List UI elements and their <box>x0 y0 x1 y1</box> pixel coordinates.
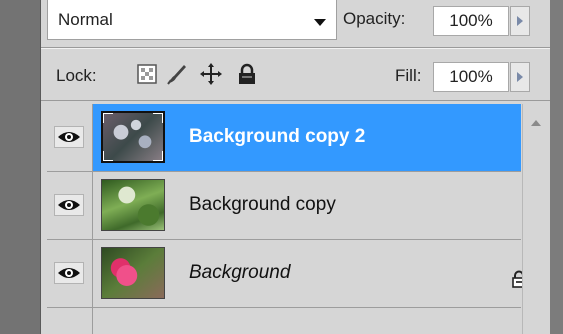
right-panel-edge <box>550 0 563 334</box>
eye-icon <box>58 268 80 278</box>
opacity-slider-toggle[interactable] <box>510 6 530 36</box>
visibility-toggle[interactable] <box>54 194 84 216</box>
visibility-cell[interactable] <box>47 240 93 307</box>
lock-label: Lock: <box>56 66 97 85</box>
layer-thumbnail <box>101 111 165 163</box>
layer-name: Background <box>189 262 291 283</box>
divider <box>41 100 550 101</box>
layer-mask-corners <box>103 113 163 161</box>
eye-icon <box>58 132 80 142</box>
layer-row-background[interactable]: Background <box>47 240 526 308</box>
layer-row-background-copy-2[interactable]: Background copy 2 <box>47 104 521 172</box>
fill-input[interactable]: 100% <box>433 62 509 92</box>
eye-icon <box>58 200 80 210</box>
visibility-toggle[interactable] <box>54 126 84 148</box>
layer-thumbnail <box>101 179 165 231</box>
empty-visibility-cell <box>47 308 93 334</box>
opacity-label: Opacity: <box>343 9 406 28</box>
layer-content[interactable]: Background <box>93 240 526 307</box>
visibility-cell[interactable] <box>47 172 93 239</box>
layer-name: Background copy <box>189 194 336 215</box>
opacity-input[interactable]: 100% <box>433 6 509 36</box>
left-panel-edge <box>0 0 41 334</box>
fill-label: Fill: <box>395 66 422 85</box>
layer-row-background-copy[interactable]: Background copy <box>47 172 521 240</box>
blend-mode-value: Normal <box>58 10 113 29</box>
fill-slider-toggle[interactable] <box>510 62 530 92</box>
layers-panel: Normal Opacity: 100% Lock: Fill: 100% Ba… <box>41 0 550 334</box>
divider <box>41 48 550 49</box>
layers-scrollbar[interactable] <box>522 104 550 334</box>
lock-all-icon[interactable] <box>237 63 257 85</box>
chevron-down-icon[interactable] <box>314 19 326 26</box>
blend-mode-dropdown[interactable]: Normal <box>47 0 337 40</box>
lock-image-pixels-icon[interactable] <box>165 62 189 86</box>
lock-position-icon[interactable] <box>199 62 223 86</box>
layer-name: Background copy 2 <box>189 126 366 147</box>
visibility-toggle[interactable] <box>54 262 84 284</box>
layer-thumbnail <box>101 247 165 299</box>
lock-transparent-pixels-icon[interactable] <box>137 64 157 84</box>
layers-list: Background copy 2 Background copy Backgr… <box>47 104 526 334</box>
visibility-cell[interactable] <box>47 104 93 171</box>
layer-content[interactable]: Background copy <box>93 172 521 239</box>
layer-content[interactable]: Background copy 2 <box>93 104 521 171</box>
scroll-up-arrow-icon[interactable] <box>531 120 541 126</box>
